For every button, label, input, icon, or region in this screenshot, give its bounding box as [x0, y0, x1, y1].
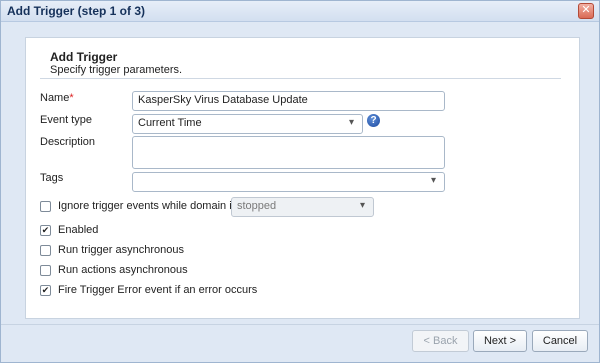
domain-state-value: stopped	[237, 200, 277, 212]
footer-divider	[1, 324, 599, 325]
run-trigger-async-label: Run trigger asynchronous	[58, 244, 184, 256]
check-icon: ✔	[41, 285, 50, 295]
add-trigger-dialog: Add Trigger (step 1 of 3) ✕ Add Trigger …	[0, 0, 600, 363]
check-icon: ✔	[41, 225, 50, 235]
close-icon[interactable]: ✕	[578, 3, 594, 19]
required-marker: *	[69, 92, 74, 104]
fire-error-event-checkbox[interactable]: ✔	[40, 285, 51, 296]
back-button[interactable]: < Back	[412, 330, 469, 352]
name-input[interactable]: KasperSky Virus Database Update	[132, 91, 445, 111]
description-label: Description	[40, 136, 96, 148]
event-type-label: Event type	[40, 114, 92, 126]
title-bar: Add Trigger (step 1 of 3) ✕	[1, 1, 599, 22]
description-input[interactable]	[132, 136, 445, 169]
cancel-button[interactable]: Cancel	[532, 330, 588, 352]
section-subtitle: Specify trigger parameters.	[50, 64, 183, 76]
event-type-select[interactable]: Current Time ▾	[132, 114, 363, 134]
event-type-value: Current Time	[138, 117, 202, 129]
tags-select[interactable]: ▾	[132, 172, 445, 192]
chevron-down-icon: ▾	[360, 200, 366, 211]
run-trigger-async-checkbox[interactable]	[40, 245, 51, 256]
name-label: Name*	[40, 92, 74, 104]
domain-state-select[interactable]: stopped ▾	[231, 197, 374, 217]
section-title: Add Trigger	[50, 50, 118, 64]
enabled-checkbox[interactable]: ✔	[40, 225, 51, 236]
ignore-events-checkbox[interactable]	[40, 201, 51, 212]
dialog-title: Add Trigger (step 1 of 3)	[7, 4, 146, 18]
tags-label: Tags	[40, 172, 64, 184]
next-button[interactable]: Next >	[473, 330, 527, 352]
enabled-label: Enabled	[58, 224, 99, 236]
form-panel: Add Trigger Specify trigger parameters. …	[25, 37, 580, 319]
header-divider	[40, 78, 561, 79]
help-icon[interactable]: ?	[367, 114, 380, 127]
run-actions-async-label: Run actions asynchronous	[58, 264, 188, 276]
fire-error-event-label: Fire Trigger Error event if an error occ…	[58, 284, 258, 296]
chevron-down-icon: ▾	[431, 175, 437, 186]
run-actions-async-checkbox[interactable]	[40, 265, 51, 276]
name-label-text: Name	[40, 92, 70, 104]
name-value: KasperSky Virus Database Update	[138, 94, 308, 106]
ignore-events-label: Ignore trigger events while domain is	[58, 200, 238, 212]
chevron-down-icon: ▾	[349, 117, 355, 128]
